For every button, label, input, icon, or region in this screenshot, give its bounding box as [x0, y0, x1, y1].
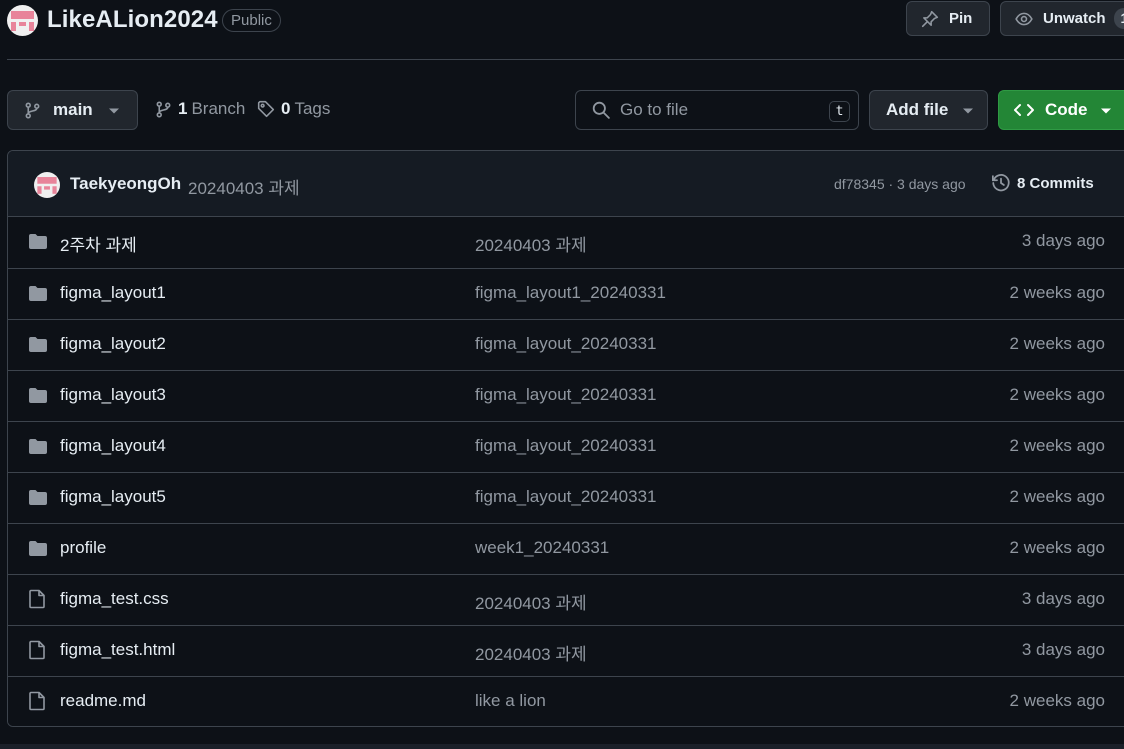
file-icon	[28, 589, 46, 609]
branch-name: main	[53, 100, 93, 119]
file-name-link[interactable]: readme.md	[60, 691, 146, 711]
header-divider	[7, 59, 1124, 60]
repo-name[interactable]: LikeALion2024	[47, 6, 218, 34]
folder-icon	[28, 438, 48, 456]
file-commit-date: 2 weeks ago	[1009, 487, 1105, 506]
file-commit-message-link[interactable]: figma_layout1_20240331	[475, 283, 666, 303]
file-commit-date: 2 weeks ago	[1009, 436, 1105, 455]
file-commit-message-link[interactable]: 20240403 과제	[475, 589, 587, 614]
keyboard-shortcut-hint: t	[829, 101, 850, 122]
file-row[interactable]: profile week1_20240331 2 weeks ago	[8, 523, 1124, 574]
file-row[interactable]: 2주차 과제 20240403 과제 3 days ago	[8, 217, 1124, 268]
file-commit-date: 3 days ago	[1021, 231, 1105, 250]
file-commit-date: 2 weeks ago	[1009, 283, 1105, 302]
file-row[interactable]: figma_test.html 20240403 과제 3 days ago	[8, 625, 1124, 676]
file-name-link[interactable]: figma_layout3	[60, 385, 166, 405]
git-branch-icon	[24, 101, 41, 119]
branches-link[interactable]: 1 Branch	[155, 99, 245, 119]
file-commit-message-link[interactable]: figma_layout_20240331	[475, 487, 656, 507]
visibility-badge: Public	[222, 9, 281, 32]
file-row[interactable]: figma_layout2 figma_layout_20240331 2 week…	[8, 319, 1124, 370]
chevron-down-icon	[109, 107, 119, 115]
folder-icon	[28, 489, 48, 507]
file-commit-message-link[interactable]: figma_layout_20240331	[475, 385, 656, 405]
file-commit-date: 2 weeks ago	[1009, 538, 1105, 557]
unwatch-label: Unwatch	[1043, 10, 1106, 27]
code-icon	[1013, 102, 1035, 118]
repo-owner-avatar[interactable]	[7, 5, 38, 36]
folder-icon	[28, 387, 48, 405]
folder-icon	[28, 540, 48, 558]
file-commit-date: 3 days ago	[1021, 589, 1105, 608]
file-name-link[interactable]: 2주차 과제	[60, 231, 137, 256]
folder-icon	[28, 336, 48, 354]
repo-header: LikeALion2024 Public Pin Unwatch 1	[0, 0, 1124, 44]
latest-commit-bar: TaekyeongOh 20240403 과제 df78345 · 3 days…	[8, 151, 1124, 217]
file-name-link[interactable]: figma_layout4	[60, 436, 166, 456]
folder-icon	[28, 285, 48, 303]
file-row[interactable]: readme.md like a lion 2 weeks ago	[8, 676, 1124, 726]
add-file-button[interactable]: Add file	[869, 90, 988, 130]
file-commit-date: 3 days ago	[1021, 640, 1105, 659]
add-file-label: Add file	[886, 100, 949, 119]
chevron-down-icon	[1101, 107, 1111, 115]
commit-sha-time[interactable]: df78345 · 3 days ago	[834, 176, 966, 192]
file-row[interactable]: figma_test.css 20240403 과제 3 days ago	[8, 574, 1124, 625]
branch-select-button[interactable]: main	[7, 90, 138, 130]
tag-label: Tags	[294, 99, 331, 118]
file-commit-message-link[interactable]: like a lion	[475, 691, 546, 711]
pin-button[interactable]: Pin	[906, 1, 990, 36]
pin-icon	[921, 10, 939, 28]
file-browser: TaekyeongOh 20240403 과제 df78345 · 3 days…	[7, 150, 1124, 727]
code-button[interactable]: Code	[998, 90, 1124, 130]
branch-label: Branch	[191, 99, 246, 118]
unwatch-button[interactable]: Unwatch 1	[1000, 1, 1124, 36]
commit-message[interactable]: 20240403 과제	[188, 174, 300, 199]
commits-history-link[interactable]: 8 Commits	[991, 173, 1094, 193]
page-bottom-edge	[0, 744, 1124, 749]
file-row[interactable]: figma_layout5 figma_layout_20240331 2 week…	[8, 472, 1124, 523]
file-name-link[interactable]: figma_test.html	[60, 640, 175, 660]
folder-icon	[28, 233, 48, 251]
history-icon	[991, 173, 1011, 193]
tag-icon	[257, 100, 275, 118]
file-commit-date: 2 weeks ago	[1009, 334, 1105, 353]
file-name-link[interactable]: profile	[60, 538, 106, 558]
branch-count: 1	[178, 99, 188, 118]
file-icon	[28, 640, 46, 660]
code-label: Code	[1045, 100, 1088, 119]
file-commit-date: 2 weeks ago	[1009, 385, 1105, 404]
file-commit-message-link[interactable]: 20240403 과제	[475, 231, 587, 256]
git-branch-icon	[155, 100, 172, 118]
file-commit-message-link[interactable]: figma_layout_20240331	[475, 334, 656, 354]
commit-author-avatar[interactable]	[34, 172, 60, 198]
eye-icon	[1015, 10, 1033, 28]
file-icon	[28, 691, 46, 711]
go-to-file-input[interactable]	[620, 100, 820, 120]
commit-author[interactable]: TaekyeongOh	[70, 174, 181, 194]
search-icon	[592, 101, 610, 119]
file-commit-message-link[interactable]: figma_layout_20240331	[475, 436, 656, 456]
file-name-link[interactable]: figma_test.css	[60, 589, 169, 609]
file-row[interactable]: figma_layout4 figma_layout_20240331 2 week…	[8, 421, 1124, 472]
file-commit-message-link[interactable]: 20240403 과제	[475, 640, 587, 665]
file-name-link[interactable]: figma_layout1	[60, 283, 166, 303]
file-commit-date: 2 weeks ago	[1009, 691, 1105, 710]
file-row[interactable]: figma_layout3 figma_layout_20240331 2 week…	[8, 370, 1124, 421]
file-commit-message-link[interactable]: week1_20240331	[475, 538, 609, 558]
commits-count-label: 8 Commits	[1017, 174, 1094, 192]
watch-count-badge: 1	[1113, 8, 1124, 29]
tag-count: 0	[281, 99, 291, 118]
file-name-link[interactable]: figma_layout2	[60, 334, 166, 354]
file-row[interactable]: figma_layout1 figma_layout1_20240331 2 wee…	[8, 268, 1124, 319]
go-to-file-search[interactable]: t	[575, 90, 859, 130]
tags-link[interactable]: 0 Tags	[257, 99, 330, 119]
file-list: 2주차 과제 20240403 과제 3 days ago figma_layout1…	[8, 217, 1124, 726]
chevron-down-icon	[963, 107, 973, 115]
file-name-link[interactable]: figma_layout5	[60, 487, 166, 507]
pin-label: Pin	[949, 10, 973, 27]
